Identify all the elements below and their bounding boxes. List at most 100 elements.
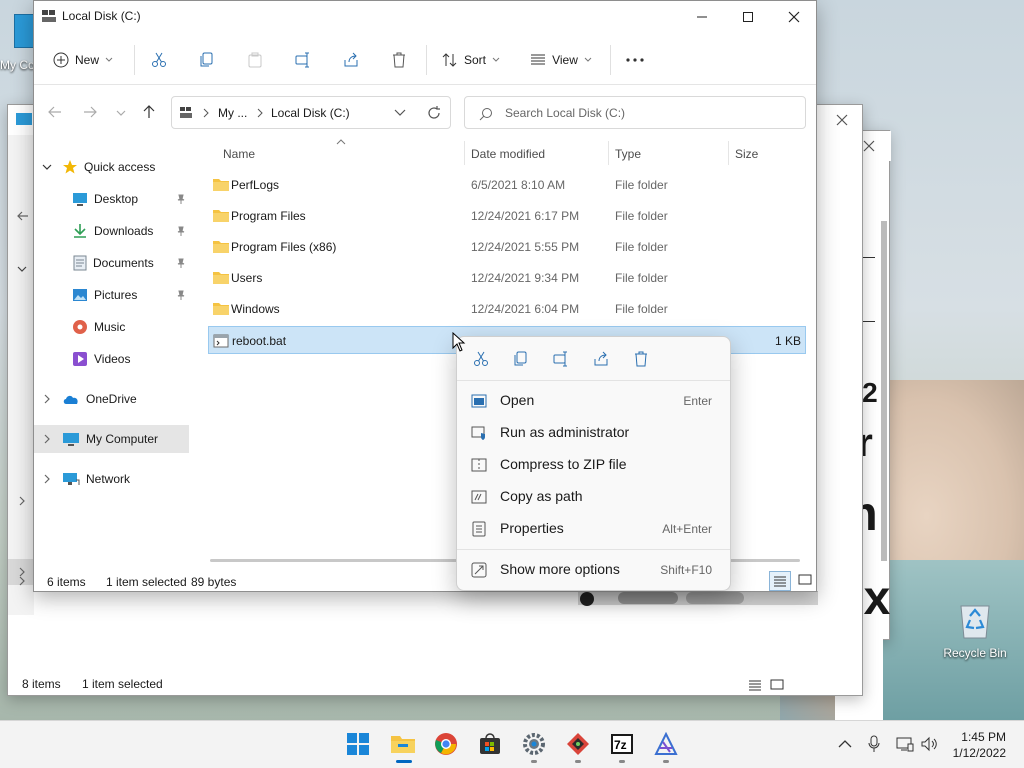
column-divider[interactable] <box>608 141 609 165</box>
ctx-rename-button[interactable] <box>551 349 571 369</box>
taskbar-app-blue[interactable] <box>654 732 680 758</box>
volume-icon[interactable] <box>920 736 938 752</box>
start-button[interactable] <box>346 732 372 758</box>
ctx-separator <box>457 549 730 550</box>
clock-date[interactable]: 1/12/2022 <box>940 746 1006 760</box>
scrollbar[interactable] <box>881 221 887 561</box>
sort-button[interactable]: Sort <box>438 45 504 75</box>
taskbar-file-explorer[interactable] <box>390 732 416 758</box>
nav-quick-access[interactable]: Quick access <box>34 153 189 181</box>
back-arrow-icon[interactable] <box>16 209 30 223</box>
ctx-share-button[interactable] <box>591 349 611 369</box>
pin-icon[interactable] <box>176 290 186 300</box>
nav-item-music[interactable]: Music <box>34 313 189 341</box>
ctx-compress-zip[interactable]: Compress to ZIP file <box>463 449 726 481</box>
status-items: 6 items <box>47 575 86 589</box>
new-button[interactable]: New <box>46 45 120 75</box>
paste-button[interactable] <box>242 45 268 75</box>
taskbar-chrome[interactable] <box>434 732 460 758</box>
column-size[interactable]: Size <box>735 147 758 161</box>
nav-item-downloads[interactable]: Downloads <box>34 217 189 245</box>
chevron-right-icon[interactable] <box>16 495 28 507</box>
ctx-copy-button[interactable] <box>511 349 531 369</box>
network-status-icon[interactable] <box>896 736 914 752</box>
file-row[interactable]: Windows 12/24/2021 6:04 PM File folder <box>208 295 806 323</box>
app-blue-icon <box>654 732 678 755</box>
more-options-button[interactable] <box>622 45 648 75</box>
column-name[interactable]: Name <box>223 147 255 161</box>
microphone-icon[interactable] <box>868 735 880 753</box>
context-menu: Open Enter Run as administrator Compress… <box>456 336 731 591</box>
nav-item-pictures[interactable]: Pictures <box>34 281 189 309</box>
pin-icon[interactable] <box>176 194 186 204</box>
breadcrumb-my-computer[interactable]: My ... <box>218 106 247 120</box>
share-button[interactable] <box>338 45 364 75</box>
details-view-button[interactable] <box>769 571 791 591</box>
back-arrow-icon[interactable] <box>48 105 62 119</box>
nav-network[interactable]: Network <box>34 465 189 493</box>
taskbar-app-red[interactable] <box>566 732 592 758</box>
close-icon[interactable] <box>863 140 875 152</box>
tiles-view-icon[interactable] <box>770 679 784 691</box>
forward-arrow-icon[interactable] <box>83 105 97 119</box>
details-view-icon[interactable] <box>748 679 762 691</box>
recent-locations-icon[interactable] <box>116 109 126 117</box>
nav-item-videos[interactable]: Videos <box>34 345 189 373</box>
column-date[interactable]: Date modified <box>471 147 545 161</box>
chevron-down-icon[interactable] <box>16 263 28 275</box>
ctx-cut-button[interactable] <box>471 349 491 369</box>
nav-item-desktop[interactable]: Desktop <box>34 185 189 213</box>
close-button[interactable] <box>771 1 817 33</box>
address-bar[interactable]: My ... Local Disk (C:) <box>171 96 451 129</box>
sort-ascending-icon <box>336 139 346 145</box>
ctx-show-more-options[interactable]: Show more options Shift+F10 <box>463 554 726 586</box>
ctx-open[interactable]: Open Enter <box>463 385 726 417</box>
copy-button[interactable] <box>194 45 220 75</box>
file-name: Users <box>231 271 263 285</box>
file-explorer-icon <box>391 736 415 753</box>
file-row[interactable]: PerfLogs 6/5/2021 8:10 AM File folder <box>208 171 806 199</box>
chevron-down-icon[interactable] <box>394 109 406 117</box>
column-type[interactable]: Type <box>615 147 641 161</box>
rename-button[interactable] <box>290 45 316 75</box>
drive-icon <box>42 10 56 22</box>
ctx-delete-button[interactable] <box>631 349 651 369</box>
ctx-separator <box>457 380 730 381</box>
search-box[interactable]: Search Local Disk (C:) <box>464 96 806 129</box>
up-arrow-icon[interactable] <box>142 105 156 119</box>
desktop-recycle-bin[interactable]: Recycle Bin <box>940 596 1010 666</box>
nav-onedrive[interactable]: OneDrive <box>34 385 189 413</box>
file-date-modified: 12/24/2021 9:34 PM <box>471 271 580 285</box>
taskbar-7zip[interactable]: 7z <box>610 732 636 758</box>
delete-button[interactable] <box>386 45 412 75</box>
taskbar-store[interactable] <box>478 732 504 758</box>
file-row[interactable]: Program Files 12/24/2021 6:17 PM File fold… <box>208 202 806 230</box>
cut-button[interactable] <box>146 45 172 75</box>
pin-icon[interactable] <box>176 226 186 236</box>
file-row[interactable]: Users 12/24/2021 9:34 PM File folder <box>208 264 806 292</box>
tiles-view-button[interactable] <box>794 571 816 591</box>
file-row[interactable]: Program Files (x86) 12/24/2021 5:55 PM Fil… <box>208 233 806 261</box>
ctx-properties[interactable]: Properties Alt+Enter <box>463 513 726 545</box>
nav-my-computer[interactable]: My Computer <box>34 425 189 453</box>
maximize-button[interactable] <box>725 1 771 33</box>
file-date-modified: 6/5/2021 8:10 AM <box>471 178 566 192</box>
ctx-copy-as-path[interactable]: Copy as path <box>463 481 726 513</box>
column-divider[interactable] <box>728 141 729 165</box>
minimize-button[interactable] <box>679 1 725 33</box>
pin-icon[interactable] <box>176 258 186 268</box>
active-app-indicator <box>396 760 412 763</box>
close-icon[interactable] <box>836 114 848 126</box>
music-icon <box>73 320 87 334</box>
clock-time[interactable]: 1:45 PM <box>940 730 1006 744</box>
taskbar-settings[interactable] <box>522 732 548 758</box>
column-divider[interactable] <box>464 141 465 165</box>
chevron-right-icon[interactable] <box>16 575 28 587</box>
breadcrumb-local-disk[interactable]: Local Disk (C:) <box>271 106 350 120</box>
ctx-run-as-admin[interactable]: Run as administrator <box>463 417 726 449</box>
nav-item-documents[interactable]: Documents <box>34 249 189 277</box>
back-status-selected: 1 item selected <box>82 677 163 691</box>
refresh-icon[interactable] <box>427 106 441 120</box>
view-button[interactable]: View <box>526 45 596 75</box>
chevron-up-icon[interactable] <box>838 739 852 749</box>
